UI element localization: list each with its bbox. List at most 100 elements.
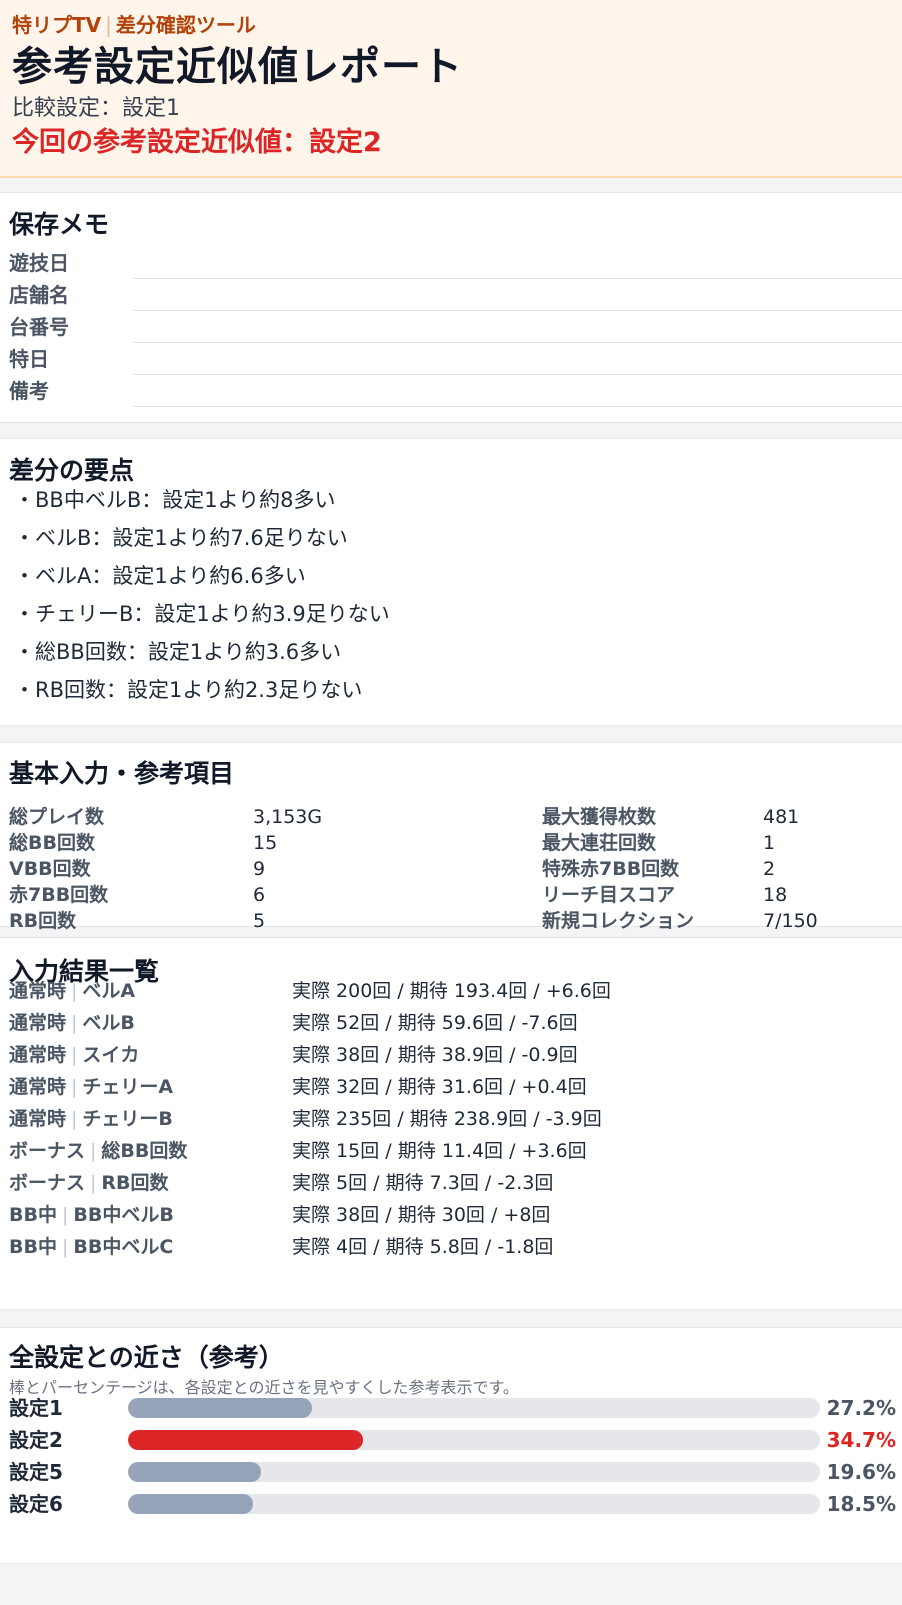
results-card: 入力結果一覧 通常時 | ベルA 実際 200回 / 期待 193.4回 / +6.… <box>0 937 902 1310</box>
basic-value: 5 <box>253 910 266 932</box>
point-item: ・RB回数：設定1より約2.3足りない <box>14 678 363 702</box>
label-separator: | <box>90 1140 97 1162</box>
closeness-bar-fill <box>128 1494 254 1514</box>
result-setting: 今回の参考設定近似値：設定2 <box>12 127 382 158</box>
points-card: 差分の要点 ・BB中ベルB：設定1より約8多い ・ベルB：設定1より約7.6足り… <box>0 438 902 726</box>
memo-row-machine: 台番号 <box>0 311 902 343</box>
basic-value: 15 <box>253 832 278 854</box>
basic-label: 総BB回数 <box>9 832 95 854</box>
closeness-bar-fill <box>128 1398 313 1418</box>
result-item: BB中ベルC <box>73 1236 174 1258</box>
basic-card: 基本入力・参考項目 総プレイ数 3,153G 総BB回数 15 VBB回数 9 … <box>0 742 902 932</box>
closeness-percent: 19.6% <box>826 1460 896 1484</box>
basic-label: 総プレイ数 <box>9 806 105 828</box>
result-label: 通常時 | ベルA <box>9 976 135 1006</box>
memo-card: 保存メモ 遊技日 店舗名 台番号 特日 備考 <box>0 192 902 423</box>
basic-label: 最大連荘回数 <box>542 832 657 854</box>
result-item: チェリーB <box>82 1108 173 1130</box>
closeness-title: 全設定との近さ（参考） <box>9 1343 284 1372</box>
point-item: ・ベルB：設定1より約7.6足りない <box>14 526 348 550</box>
memo-row-date: 遊技日 <box>0 247 902 279</box>
result-item: チェリーA <box>82 1076 174 1098</box>
result-label: ボーナス | RB回数 <box>9 1168 169 1198</box>
result-value: 実際 52回 / 期待 59.6回 / -7.6回 <box>292 1012 578 1034</box>
basic-value: 7/150 <box>763 910 818 932</box>
result-group: 通常時 <box>9 980 67 1002</box>
brand-line: 特リプTV | 差分確認ツール <box>12 10 890 40</box>
result-group: ボーナス <box>9 1140 86 1162</box>
memo-label: 台番号 <box>9 315 69 339</box>
basic-label: 特殊赤7BB回数 <box>542 858 680 880</box>
result-label: ボーナス | 総BB回数 <box>9 1136 187 1166</box>
point-item: ・ベルA：設定1より約6.6多い <box>14 564 306 588</box>
result-value: 実際 4回 / 期待 5.8回 / -1.8回 <box>292 1236 554 1258</box>
basic-value: 18 <box>763 884 788 906</box>
label-separator: | <box>71 1076 78 1098</box>
result-group: 通常時 <box>9 1044 67 1066</box>
memo-title: 保存メモ <box>9 210 110 239</box>
memo-label: 店舗名 <box>9 283 69 307</box>
result-value: 実際 38回 / 期待 30回 / +8回 <box>292 1204 551 1226</box>
label-separator: | <box>71 1044 78 1066</box>
label-separator: | <box>71 1012 78 1034</box>
result-group: BB中 <box>9 1204 57 1226</box>
result-label: 通常時 | チェリーB <box>9 1104 173 1134</box>
closeness-percent: 34.7% <box>826 1428 896 1452</box>
basic-label: リーチ目スコア <box>542 884 676 906</box>
memo-row-special-day: 特日 <box>0 343 902 375</box>
basic-value: 9 <box>253 858 266 880</box>
result-group: BB中 <box>9 1236 57 1258</box>
page-title: 参考設定近似値レポート <box>12 44 463 90</box>
basic-title: 基本入力・参考項目 <box>9 759 235 788</box>
result-label: 通常時 | スイカ <box>9 1040 139 1070</box>
result-value: 実際 235回 / 期待 238.9回 / -3.9回 <box>292 1108 602 1130</box>
result-group: 通常時 <box>9 1108 67 1130</box>
basic-label: RB回数 <box>9 910 77 932</box>
closeness-label: 設定2 <box>9 1428 63 1452</box>
result-item: RB回数 <box>101 1172 169 1194</box>
basic-value: 6 <box>253 884 266 906</box>
closeness-bar-track <box>128 1398 820 1418</box>
result-item: スイカ <box>82 1044 140 1066</box>
point-item: ・総BB回数：設定1より約3.6多い <box>14 640 342 664</box>
brand-name: 特リプTV <box>12 13 102 37</box>
basic-label: 新規コレクション <box>542 910 695 932</box>
closeness-label: 設定6 <box>9 1492 63 1516</box>
closeness-bar-track <box>128 1494 820 1514</box>
result-group: ボーナス <box>9 1172 86 1194</box>
closeness-note: 棒とパーセンテージは、各設定との近さを見やすくした参考表示です。 <box>9 1378 519 1397</box>
basic-label: VBB回数 <box>9 858 91 880</box>
basic-value: 2 <box>763 858 776 880</box>
result-value: 実際 15回 / 期待 11.4回 / +3.6回 <box>292 1140 587 1162</box>
result-label: BB中 | BB中ベルC <box>9 1232 173 1262</box>
point-item: ・チェリーB：設定1より約3.9足りない <box>14 602 390 626</box>
result-label: BB中 | BB中ベルB <box>9 1200 174 1230</box>
closeness-percent: 27.2% <box>826 1396 896 1420</box>
closeness-label: 設定5 <box>9 1460 63 1484</box>
result-item: ベルB <box>82 1012 135 1034</box>
brand-separator: | <box>105 13 112 37</box>
compare-setting: 比較設定：設定1 <box>12 96 180 121</box>
label-separator: | <box>71 1108 78 1130</box>
closeness-percent: 18.5% <box>826 1492 896 1516</box>
result-item: ベルA <box>82 980 136 1002</box>
result-label: 通常時 | チェリーA <box>9 1072 173 1102</box>
label-separator: | <box>61 1204 69 1226</box>
memo-label: 備考 <box>9 379 49 403</box>
basic-value: 481 <box>763 806 800 828</box>
result-group: 通常時 <box>9 1012 67 1034</box>
closeness-card: 全設定との近さ（参考） 棒とパーセンテージは、各設定との近さを見やすくした参考表… <box>0 1327 902 1564</box>
report-header: 特リプTV | 差分確認ツール 参考設定近似値レポート 比較設定：設定1 今回の参考… <box>0 0 902 178</box>
tool-name: 差分確認ツール <box>115 13 256 37</box>
memo-label: 特日 <box>9 347 49 371</box>
result-value: 実際 38回 / 期待 38.9回 / -0.9回 <box>292 1044 578 1066</box>
result-label: 通常時 | ベルB <box>9 1008 135 1038</box>
label-separator: | <box>71 980 78 1002</box>
result-value: 実際 5回 / 期待 7.3回 / -2.3回 <box>292 1172 554 1194</box>
memo-field[interactable] <box>133 406 902 407</box>
result-item: 総BB回数 <box>101 1140 188 1162</box>
closeness-bar-track <box>128 1430 820 1450</box>
result-value: 実際 32回 / 期待 31.6回 / +0.4回 <box>292 1076 587 1098</box>
basic-value: 3,153G <box>253 806 323 828</box>
closeness-bar-fill <box>128 1430 364 1450</box>
